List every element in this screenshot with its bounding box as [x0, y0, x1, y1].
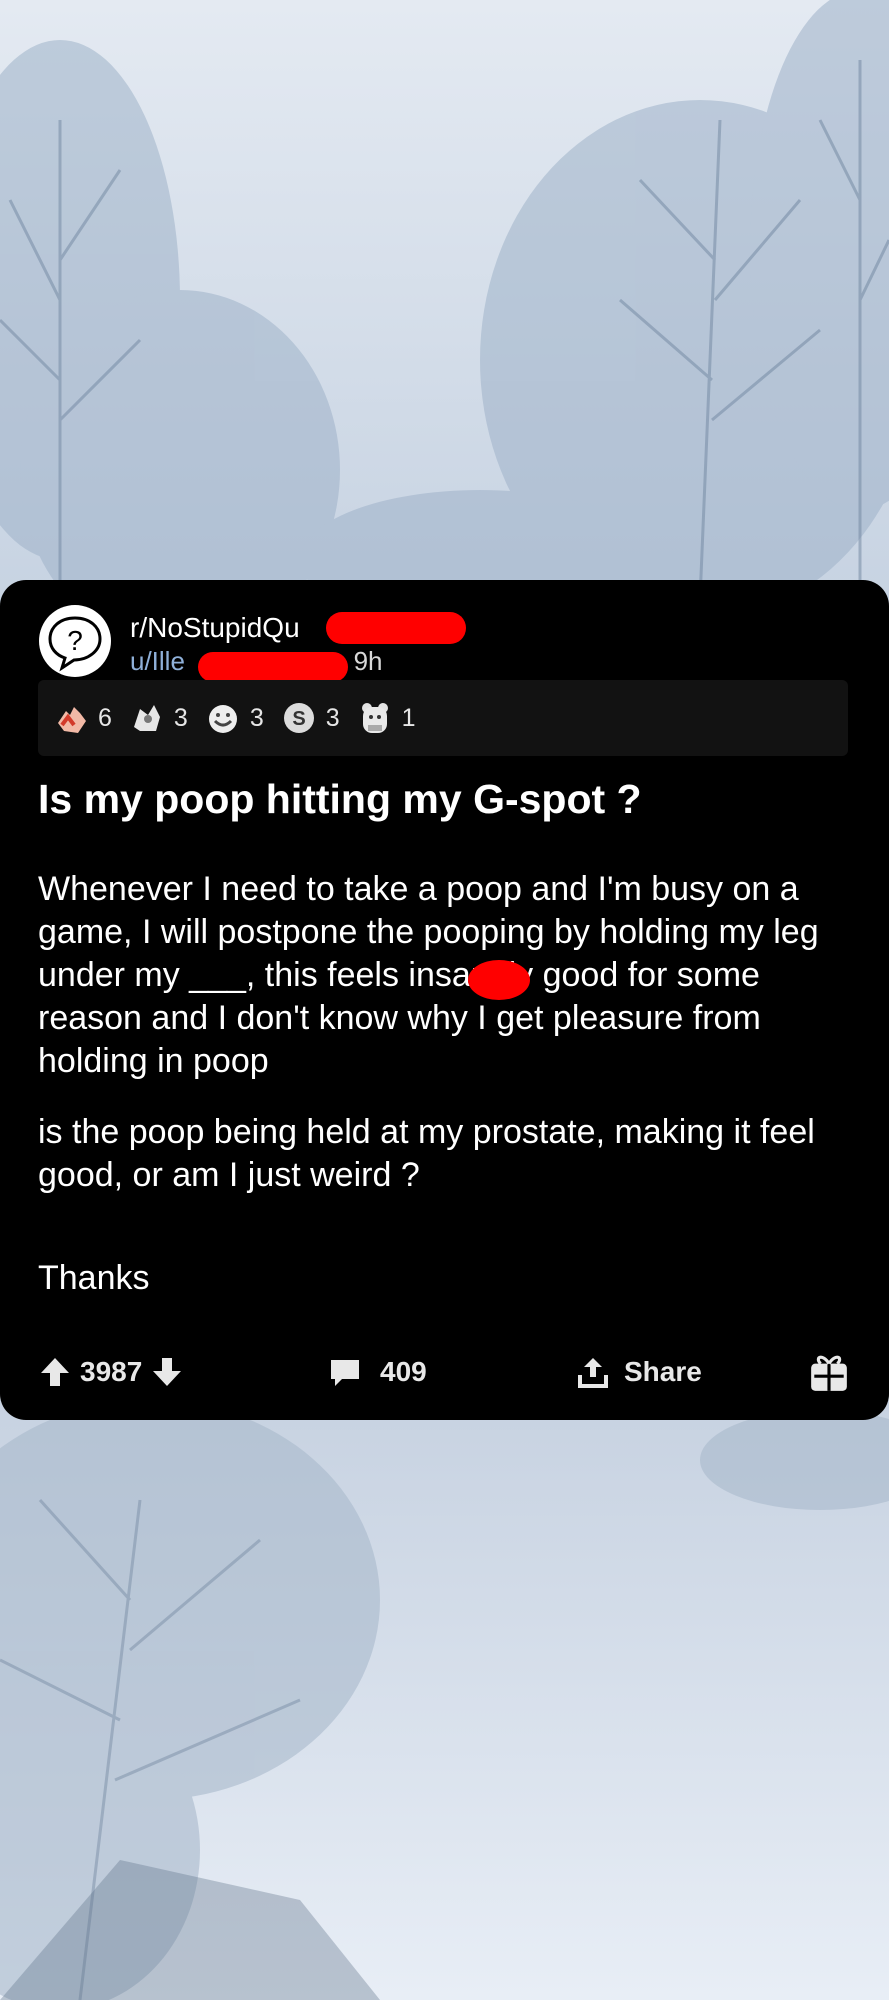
downvote-icon[interactable]	[150, 1355, 184, 1389]
silver-award-icon: S	[283, 703, 314, 733]
comment-count: 409	[380, 1356, 427, 1387]
award-item[interactable]: S 3	[280, 699, 340, 737]
award-item[interactable]: 3	[128, 699, 188, 737]
svg-text:?: ?	[67, 625, 83, 656]
upvote-icon[interactable]	[38, 1355, 72, 1389]
username[interactable]: u/Ille	[130, 646, 185, 676]
vote-score: 3987	[80, 1356, 143, 1387]
share-icon	[578, 1358, 608, 1388]
post-time: 9h	[353, 646, 383, 676]
subreddit-name[interactable]: r/NoStupidQu	[130, 612, 300, 644]
svg-text:S: S	[292, 708, 305, 730]
helpful-award-icon	[133, 705, 160, 731]
post-paragraph: Thanks	[38, 1259, 150, 1297]
redaction-mark	[326, 612, 466, 644]
gift-icon	[811, 1355, 847, 1391]
award-item[interactable]: 3	[204, 699, 264, 737]
bear-award-icon	[361, 703, 388, 733]
share-label: Share	[624, 1356, 702, 1387]
hand-award-icon	[58, 707, 86, 733]
redaction-mark	[468, 960, 530, 1000]
comment-icon	[331, 1360, 359, 1386]
comments-button[interactable]: 409	[328, 1348, 427, 1396]
post-actions: 3987 409 Share	[38, 1348, 858, 1396]
award-item[interactable]: 1	[356, 699, 416, 737]
share-button[interactable]: Share	[576, 1348, 702, 1396]
vote-control: 3987	[38, 1348, 184, 1396]
redaction-mark	[198, 652, 348, 682]
subreddit-question-icon[interactable]: ?	[38, 604, 112, 678]
post-paragraph: is the poop being held at my prostate, m…	[38, 1113, 815, 1194]
post-card[interactable]: ? r/NoStupidQu u/Ille·9h 6 3	[0, 580, 889, 1420]
wholesome-award-icon	[208, 705, 237, 733]
post-title[interactable]: Is my poop hitting my G-spot ?	[38, 776, 858, 823]
post-body: Whenever I need to take a poop and I'm b…	[38, 868, 858, 1328]
post-header: ? r/NoStupidQu u/Ille·9h	[38, 604, 838, 682]
gift-award-button[interactable]	[808, 1348, 850, 1396]
awards-bar[interactable]: 6 3 3 S 3 1	[38, 680, 848, 756]
award-item[interactable]: 6	[52, 699, 112, 737]
post-paragraph: Whenever I need to take a poop and I'm b…	[38, 870, 819, 1080]
